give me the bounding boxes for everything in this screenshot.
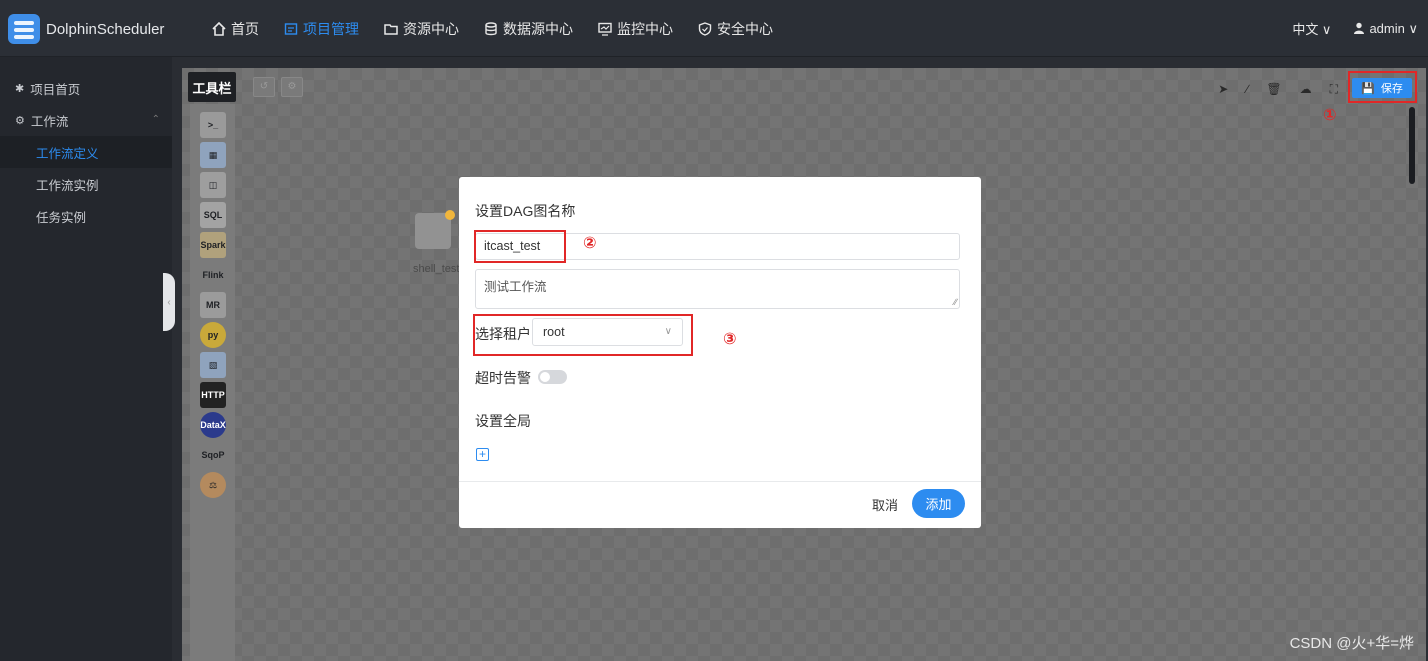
http-task-icon[interactable]: HTTP [200, 382, 226, 408]
nav-item-resource[interactable]: 资源中心 [384, 19, 459, 39]
sidebar-item-workflow-definition[interactable]: 工作流定义 [0, 136, 172, 168]
gear-icon: ⚙ [15, 114, 25, 127]
conditions-task-icon[interactable]: ⚖ [200, 472, 226, 498]
task-palette: >_ ▦ ◫ SQL Spark Flink MR py ▧ HTTP Data… [190, 104, 235, 661]
home-icon: ✱ [15, 82, 25, 95]
monitor-icon [598, 22, 612, 36]
annotation-number-3: ③ [723, 331, 737, 348]
sidebar-item-label: 工作流实例 [36, 178, 99, 193]
database-icon [484, 21, 498, 36]
dolphin-logo-icon [8, 14, 40, 44]
sidebar-item-task-instance[interactable]: 任务实例 [0, 200, 172, 232]
python-task-icon[interactable]: py [200, 322, 226, 348]
flink-task-icon[interactable]: Flink [200, 262, 226, 288]
sqoop-task-icon[interactable]: SqoP [200, 442, 226, 468]
spark-task-icon[interactable]: Spark [200, 232, 226, 258]
annotation-box-tenant [473, 314, 693, 356]
canvas-scrollbar[interactable] [1409, 107, 1415, 184]
undo-button[interactable]: ↺ [253, 77, 275, 97]
gear-icon: ⚙ [287, 81, 297, 92]
sidebar-item-label: 工作流定义 [36, 146, 99, 161]
user-name: admin ∨ [1369, 20, 1418, 36]
nav-item-label: 监控中心 [617, 20, 673, 37]
sidebar-item-project-home[interactable]: ✱ 项目首页 [0, 72, 172, 104]
annotation-box-name [474, 230, 566, 263]
global-params-label: 设置全局 [475, 413, 531, 429]
canvas-tools: ➤ ∕ 🗑 ☁ ⛶ [1200, 82, 1338, 97]
folder-icon [384, 22, 398, 36]
annotation-box-save [1348, 71, 1417, 103]
nav-item-label: 项目管理 [303, 20, 359, 37]
chevron-left-icon: ‹ [167, 296, 171, 308]
user-icon [1354, 22, 1365, 34]
toolbar-label: 工具栏 [188, 72, 236, 102]
sidebar-item-workflow-instance[interactable]: 工作流实例 [0, 168, 172, 200]
undo-icon: ↺ [259, 81, 269, 92]
add-param-icon[interactable]: + [476, 448, 489, 461]
delete-icon[interactable]: 🗑 [1266, 82, 1281, 97]
node-status-dot [445, 210, 455, 220]
nav-item-home[interactable]: 首页 [212, 19, 259, 39]
sidebar-item-label: 工作流 [30, 114, 69, 129]
nav-item-project[interactable]: 项目管理 [284, 19, 359, 39]
nav-item-label: 数据源中心 [503, 20, 573, 37]
sidebar-collapse-handle[interactable]: ‹ [163, 273, 175, 331]
shell-task-icon[interactable]: >_ [200, 112, 226, 138]
timeout-alert-switch[interactable] [538, 370, 567, 384]
dag-name-modal: 设置DAG图名称 itcast_test ② 测试工作流 ∕∕ 选择租户 roo… [459, 177, 981, 528]
nav-right: 中文 ∨ admin ∨ [1270, 0, 1418, 57]
modal-title: 设置DAG图名称 [475, 203, 576, 219]
fullscreen-icon[interactable]: ⛶ [1330, 82, 1338, 97]
download-icon[interactable]: ☁ [1300, 82, 1312, 97]
sub-process-task-icon[interactable]: ▦ [200, 142, 226, 168]
dag-node-label: shell_test [413, 263, 460, 275]
nav-item-monitor[interactable]: 监控中心 [598, 19, 673, 39]
language-selector[interactable]: 中文 ∨ [1292, 19, 1331, 38]
shield-icon [698, 21, 712, 36]
description-textarea[interactable]: 测试工作流 ∕∕ [475, 269, 960, 309]
description-value: 测试工作流 [484, 280, 547, 294]
gear-button[interactable]: ⚙ [281, 77, 303, 97]
sidebar: ✱ 项目首页 ⚙ 工作流 ⌃ 工作流定义 工作流实例 任务实例 [0, 57, 172, 661]
sidebar-item-label: 任务实例 [36, 210, 87, 225]
user-menu[interactable]: admin ∨ [1353, 21, 1418, 37]
sidebar-item-label: 项目首页 [30, 82, 81, 97]
sidebar-group-workflow[interactable]: ⚙ 工作流 ⌃ [0, 104, 172, 136]
add-button[interactable]: 添加 [912, 489, 965, 518]
resize-handle-icon[interactable]: ∕∕ [954, 297, 957, 307]
annotation-number-2: ② [583, 235, 597, 252]
nav-item-datasource[interactable]: 数据源中心 [484, 19, 573, 39]
top-navbar: DolphinScheduler 首页 项目管理 资源中心 数据源中心 监控中心… [0, 0, 1428, 57]
chevron-up-icon: ⌃ [151, 114, 160, 125]
nav-item-label: 首页 [231, 20, 259, 37]
nav-item-label: 安全中心 [717, 20, 773, 37]
watermark: CSDN @火+华=烨 [1289, 635, 1414, 652]
datax-task-icon[interactable]: DataX [200, 412, 226, 438]
nav-item-label: 资源中心 [403, 20, 459, 37]
modal-footer: 取消 添加 [459, 481, 981, 528]
mr-task-icon[interactable]: MR [200, 292, 226, 318]
main-nav: 首页 项目管理 资源中心 数据源中心 监控中心 安全中心 [212, 0, 798, 57]
app-title: DolphinScheduler [46, 20, 165, 38]
annotation-number-1: ① [1323, 107, 1337, 124]
line-icon[interactable]: ∕ [1246, 82, 1248, 97]
home-icon [212, 21, 226, 36]
logo[interactable]: DolphinScheduler [8, 12, 164, 46]
sql-task-icon[interactable]: SQL [200, 202, 226, 228]
pointer-icon[interactable]: ➤ [1218, 82, 1228, 97]
timeout-alert-label: 超时告警 [475, 370, 531, 386]
procedure-task-icon[interactable]: ◫ [200, 172, 226, 198]
nav-item-security[interactable]: 安全中心 [698, 19, 773, 39]
project-icon [284, 22, 298, 36]
dependent-task-icon[interactable]: ▧ [200, 352, 226, 378]
cancel-button[interactable]: 取消 [872, 495, 898, 514]
